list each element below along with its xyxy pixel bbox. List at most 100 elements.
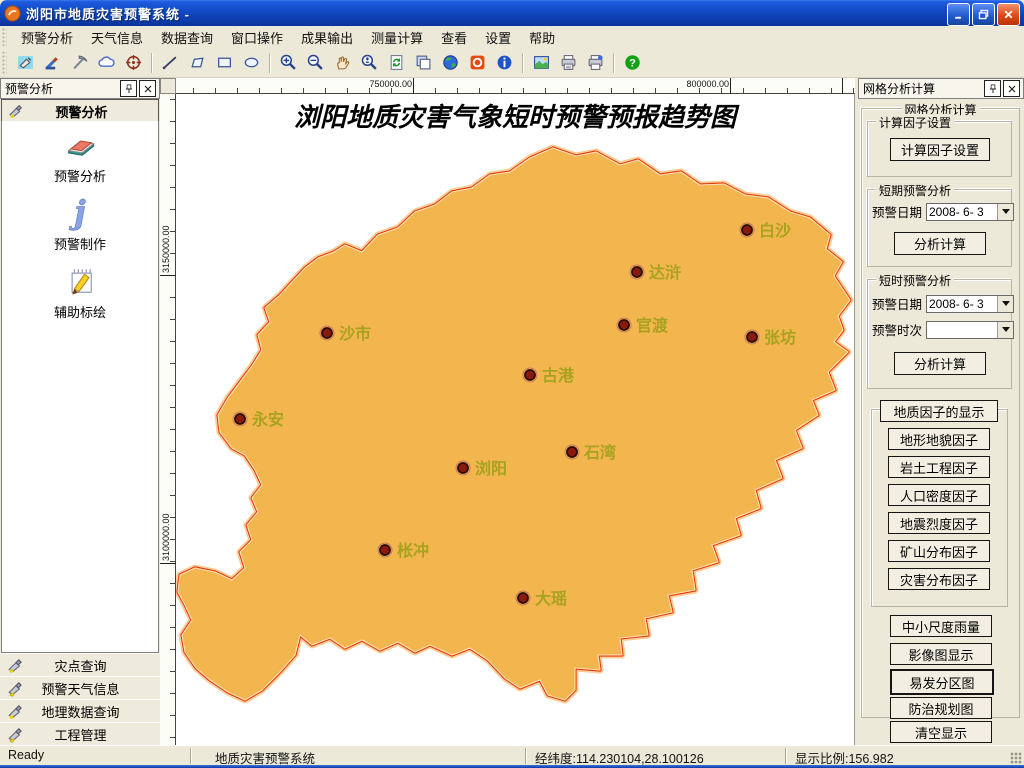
- right-panel-close-button[interactable]: [1003, 80, 1020, 97]
- menu-item-数据查询[interactable]: 数据查询: [152, 26, 222, 49]
- stop-button[interactable]: [465, 50, 490, 75]
- menu-item-测量计算[interactable]: 测量计算: [362, 26, 432, 49]
- info-button[interactable]: [492, 50, 517, 75]
- svg-text:?: ?: [629, 58, 636, 70]
- factor-button-灾害分布因子[interactable]: 灾害分布因子: [888, 568, 990, 590]
- satellite-button[interactable]: [13, 50, 38, 75]
- refresh-view-icon: [388, 54, 405, 71]
- paint-brush-button[interactable]: [40, 50, 65, 75]
- town-marker[interactable]: [518, 593, 528, 603]
- short-term-analyze-button[interactable]: 分析计算: [894, 232, 986, 255]
- short-term-date-combobox[interactable]: 2008- 6- 3: [926, 203, 1014, 221]
- minimize-button[interactable]: [947, 3, 970, 26]
- town-label: 永安: [251, 410, 284, 429]
- display-button-防治规划图[interactable]: 防治规划图: [890, 697, 992, 719]
- factor-button-人口密度因子[interactable]: 人口密度因子: [888, 484, 990, 506]
- close-button[interactable]: [997, 3, 1020, 26]
- geo-factors-title-button[interactable]: 地质因子的显示: [880, 400, 998, 422]
- restore-button[interactable]: [972, 3, 995, 26]
- town-label: 浏阳: [475, 459, 507, 478]
- factor-button-岩土工程因子[interactable]: 岩土工程因子: [888, 456, 990, 478]
- left-panel-header-label: 预警分析: [29, 102, 134, 121]
- town-marker[interactable]: [525, 370, 535, 380]
- tool-item-预警分析[interactable]: 预警分析: [2, 127, 158, 185]
- globe-button[interactable]: [438, 50, 463, 75]
- menu-drag-handle[interactable]: [2, 28, 7, 46]
- factor-button-矿山分布因子[interactable]: 矿山分布因子: [888, 540, 990, 562]
- map-title: 浏阳地质灾害气象短时预警预报趋势图: [294, 103, 740, 133]
- factor-settings-group: 计算因子设置 计算因子设置: [867, 121, 1012, 177]
- town-marker[interactable]: [458, 463, 468, 473]
- bottom-bar-地理数据查询[interactable]: 地理数据查询: [0, 699, 160, 724]
- menu-item-窗口操作[interactable]: 窗口操作: [222, 26, 292, 49]
- bottom-bar-预警天气信息[interactable]: 预警天气信息: [0, 676, 160, 701]
- close-icon: [1002, 8, 1015, 21]
- pin-button[interactable]: [120, 80, 137, 97]
- help-button[interactable]: ?: [620, 50, 645, 75]
- image-view-button[interactable]: [529, 50, 554, 75]
- close-icon: [1006, 83, 1018, 95]
- draw-rectangle-button[interactable]: [212, 50, 237, 75]
- locate-target-button[interactable]: [121, 50, 146, 75]
- cloud-button[interactable]: [94, 50, 119, 75]
- nowcast-date-value: 2008- 6- 3: [927, 296, 997, 312]
- pan-hand-button[interactable]: [330, 50, 355, 75]
- print-preview-button[interactable]: [583, 50, 608, 75]
- draw-polygon-button[interactable]: [185, 50, 210, 75]
- menu-item-帮助[interactable]: 帮助: [520, 26, 564, 49]
- menu-item-预警分析[interactable]: 预警分析: [12, 26, 82, 49]
- refresh-view-button[interactable]: [384, 50, 409, 75]
- zoom-extent-button[interactable]: [357, 50, 382, 75]
- display-button-中小尺度雨量[interactable]: 中小尺度雨量: [890, 615, 992, 637]
- factor-button-地震烈度因子[interactable]: 地震烈度因子: [888, 512, 990, 534]
- town-marker[interactable]: [619, 320, 629, 330]
- toolbar-drag-handle[interactable]: [2, 51, 7, 74]
- draw-polygon-icon: [189, 54, 206, 71]
- bottom-bar-label: 地理数据查询: [29, 702, 132, 721]
- nowcast-analyze-button[interactable]: 分析计算: [894, 352, 986, 375]
- zoom-in-button[interactable]: [276, 50, 301, 75]
- left-panel-close-button[interactable]: [139, 80, 156, 97]
- display-button-清空显示[interactable]: 清空显示: [890, 721, 992, 743]
- tool-item-辅助标绘[interactable]: 辅助标绘: [2, 263, 158, 321]
- pickaxe-button[interactable]: [67, 50, 92, 75]
- copy-layers-button[interactable]: [411, 50, 436, 75]
- zoom-out-button[interactable]: [303, 50, 328, 75]
- menu-item-成果输出[interactable]: 成果输出: [292, 26, 362, 49]
- draw-line-button[interactable]: [158, 50, 183, 75]
- restore-icon: [977, 8, 990, 21]
- dropdown-arrow-icon[interactable]: [997, 204, 1013, 220]
- town-marker[interactable]: [322, 328, 332, 338]
- print-button[interactable]: [556, 50, 581, 75]
- geo-factors-group: 地质因子的显示 地形地貌因子岩土工程因子人口密度因子地震烈度因子矿山分布因子灾害…: [871, 409, 1008, 607]
- menu-item-天气信息[interactable]: 天气信息: [82, 26, 152, 49]
- menu-item-设置[interactable]: 设置: [476, 26, 520, 49]
- nowcast-time-combobox[interactable]: [926, 321, 1014, 339]
- town-marker[interactable]: [567, 447, 577, 457]
- nowcast-date-combobox[interactable]: 2008- 6- 3: [926, 295, 1014, 313]
- status-separator: [525, 748, 527, 764]
- factor-settings-button[interactable]: 计算因子设置: [890, 138, 990, 161]
- pin-button[interactable]: [984, 80, 1001, 97]
- draw-ellipse-button[interactable]: [239, 50, 264, 75]
- bottom-bar-工程管理[interactable]: 工程管理: [0, 722, 160, 747]
- left-panel-header[interactable]: 预警分析: [1, 99, 159, 123]
- resize-grip[interactable]: [1010, 752, 1022, 764]
- town-marker[interactable]: [747, 332, 757, 342]
- town-label: 石湾: [583, 443, 616, 462]
- factor-button-地形地貌因子[interactable]: 地形地貌因子: [888, 428, 990, 450]
- title-bar[interactable]: 浏阳市地质灾害预警系统 -: [0, 0, 1024, 26]
- dropdown-arrow-icon[interactable]: [997, 322, 1013, 338]
- menu-item-查看[interactable]: 查看: [432, 26, 476, 49]
- map-canvas[interactable]: 浏阳地质灾害气象短时预警预报趋势图: [176, 94, 855, 745]
- town-marker[interactable]: [380, 545, 390, 555]
- town-marker[interactable]: [742, 225, 752, 235]
- print-icon: [560, 54, 577, 71]
- town-marker[interactable]: [632, 267, 642, 277]
- tool-item-预警制作[interactable]: j预警制作: [2, 195, 158, 253]
- bottom-bar-灾点查询[interactable]: 灾点查询: [0, 653, 160, 678]
- dropdown-arrow-icon[interactable]: [997, 296, 1013, 312]
- display-button-易发分区图[interactable]: 易发分区图: [890, 669, 994, 695]
- display-button-影像图显示[interactable]: 影像图显示: [890, 643, 992, 665]
- town-marker[interactable]: [235, 414, 245, 424]
